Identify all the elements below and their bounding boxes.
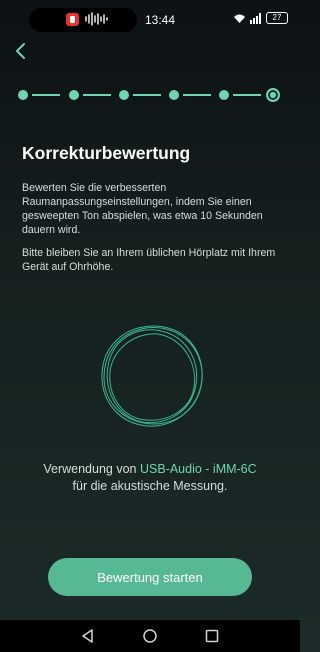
status-bar: 13:44 27: [0, 0, 300, 38]
signal-icon: [250, 12, 261, 24]
audio-wave-icon: [85, 12, 108, 26]
current-step-dot: [266, 88, 280, 102]
instruction-text: Bitte bleiben Sie an Ihrem üblichen Hörp…: [22, 247, 276, 273]
wifi-icon: [234, 14, 245, 23]
clock: 13:44: [145, 13, 176, 27]
app-notification-icon: [66, 13, 79, 26]
chevron-left-icon[interactable]: [10, 40, 32, 62]
home-circle-icon[interactable]: [142, 628, 158, 644]
step-dot: [69, 90, 79, 100]
sound-wave-graphic: [101, 325, 203, 427]
description-text: Bewerten Sie die verbesserten Raumanpass…: [22, 182, 263, 236]
start-evaluation-button[interactable]: Bewertung starten: [48, 558, 252, 596]
step-connector: [133, 94, 161, 96]
step-connector: [83, 94, 111, 96]
step-connector: [32, 94, 60, 96]
page-title: Korrekturbewertung: [22, 143, 191, 163]
measurement-suffix: für die akustische Messung.: [72, 479, 228, 493]
step-dot: [169, 90, 179, 100]
step-dot: [119, 90, 129, 100]
back-triangle-icon[interactable]: [80, 628, 96, 644]
battery-icon: 27: [266, 12, 288, 24]
step-connector: [233, 94, 261, 96]
step-connector: [183, 94, 211, 96]
measurement-line-1: Verwendung von USB-Audio - iMM-6C: [0, 461, 300, 478]
recents-square-icon[interactable]: [204, 628, 220, 644]
device-name: USB-Audio - iMM-6C: [139, 462, 257, 476]
progress-stepper: [18, 88, 282, 102]
measurement-prefix: Verwendung von: [43, 462, 137, 476]
step-dot: [18, 90, 28, 100]
measurement-info: Verwendung von USB-Audio - iMM-6C für di…: [0, 461, 300, 495]
step-dot: [219, 90, 229, 100]
navigation-bar: [0, 620, 300, 652]
system-icons: 27: [233, 12, 288, 24]
